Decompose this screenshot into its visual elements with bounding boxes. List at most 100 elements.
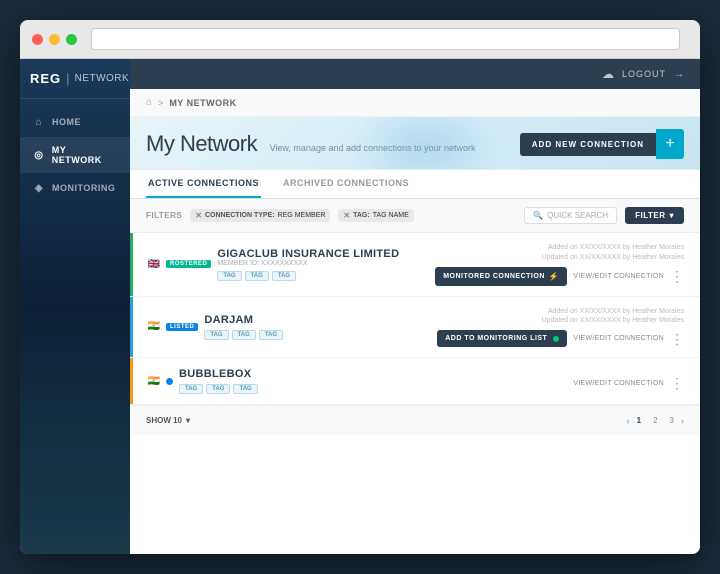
url-bar[interactable] [91, 28, 680, 50]
sidebar-item-label: HOME [52, 117, 81, 127]
app-container: REG | NETWORK ⌂ HOME ◎ MY NETWORK ◈ MONI… [20, 59, 700, 554]
connection-actions-darjam: ADD TO MONITORING LIST VIEW/EDIT CONNECT… [437, 330, 684, 347]
filter-tag-connection-label: CONNECTION TYPE: [205, 212, 275, 219]
pagination-page-2[interactable]: 2 [648, 414, 662, 427]
filter-chevron-icon: ▾ [669, 211, 674, 220]
more-options-button-gigaclub[interactable]: ⋮ [670, 269, 684, 283]
connection-item-darjam: 🇮🇳 LISTED DARJAM TAG TAG TAG [130, 297, 700, 359]
filter-tag-remove-icon[interactable]: ✕ [343, 211, 350, 220]
page-header-left: My Network View, manage and add connecti… [146, 131, 476, 157]
add-new-connection-button[interactable]: ADD NEW CONNECTION + [520, 129, 684, 159]
breadcrumb-home-icon: ⌂ [146, 97, 152, 108]
connection-name-bubblebox: BUBBLEBOX [179, 368, 573, 380]
connection-tag: TAG [232, 330, 256, 340]
more-options-button-darjam[interactable]: ⋮ [670, 332, 684, 346]
logout-arrow-icon: → [674, 69, 684, 80]
connection-tags-bubblebox: TAG TAG TAG [179, 384, 573, 394]
dot-green[interactable] [66, 34, 77, 45]
sidebar-item-home[interactable]: ⌂ HOME [20, 107, 130, 137]
dot-red[interactable] [32, 34, 43, 45]
connection-actions-gigaclub: MONITORED CONNECTION ⚡ VIEW/EDIT CONNECT… [435, 267, 684, 286]
filter-tag-remove-icon[interactable]: ✕ [195, 211, 202, 220]
connection-info-bubblebox: BUBBLEBOX TAG TAG TAG [179, 368, 573, 394]
view-edit-link-bubblebox[interactable]: VIEW/EDIT CONNECTION [573, 380, 664, 387]
quick-search-placeholder: QUICK SEARCH [547, 211, 608, 220]
connection-dates-darjam: Added on XX/XX/XXXX by Heather Morales U… [542, 307, 684, 327]
flag-icon-darjam: 🇮🇳 [146, 321, 162, 332]
pagination-page-3[interactable]: 3 [665, 414, 679, 427]
browser-chrome [20, 20, 700, 59]
page-content: ⌂ > MY NETWORK My Network View, manage a… [130, 89, 700, 554]
add-monitoring-btn-label: ADD TO MONITORING LIST [445, 335, 547, 342]
network-icon: ◎ [32, 148, 46, 162]
page-header: My Network View, manage and add connecti… [130, 117, 700, 170]
filter-tag-connection-type[interactable]: ✕ CONNECTION TYPE: REG MEMBER [190, 209, 330, 222]
connection-name-gigaclub: GIGACLUB INSURANCE LIMITED [217, 248, 435, 260]
tab-archived-connections[interactable]: ARCHIVED CONNECTIONS [281, 170, 411, 198]
show-count-selector[interactable]: SHOW 10 ▾ [146, 416, 190, 425]
home-icon: ⌂ [32, 115, 46, 129]
connection-bar-gigaclub [130, 233, 133, 296]
pagination: ‹ 1 2 3 › [627, 414, 684, 427]
footer-bar: SHOW 10 ▾ ‹ 1 2 3 › [130, 405, 700, 435]
sidebar-item-my-network[interactable]: ◎ MY NETWORK [20, 137, 130, 173]
pagination-next[interactable]: › [681, 416, 684, 426]
connection-item-bubblebox: 🇮🇳 BUBBLEBOX TAG TAG TAG [130, 358, 700, 405]
main-content: ☁ LOGOUT → ⌂ > MY NETWORK My Network Vie… [130, 59, 700, 554]
connection-tag: TAG [204, 330, 228, 340]
badge-listed: LISTED [166, 323, 198, 331]
sidebar-item-label: MY NETWORK [52, 145, 118, 165]
add-monitoring-button[interactable]: ADD TO MONITORING LIST [437, 330, 567, 347]
flag-icon-bubblebox: 🇮🇳 [146, 376, 162, 387]
connection-name-darjam: DARJAM [204, 314, 437, 326]
connection-tag: TAG [259, 330, 283, 340]
connection-dates-gigaclub: Added on XX/XX/XXXX by Heather Morales U… [542, 243, 684, 263]
pagination-prev[interactable]: ‹ [627, 416, 630, 426]
connection-tag: TAG [233, 384, 257, 394]
connection-right-gigaclub: Added on XX/XX/XXXX by Heather Morales U… [435, 243, 684, 286]
dot-yellow[interactable] [49, 34, 60, 45]
logo-reg: REG [30, 71, 61, 86]
connection-updated: Updated on XX/XX/XXXX by Heather Morales [542, 253, 684, 263]
connection-right-bubblebox: VIEW/EDIT CONNECTION ⋮ [573, 372, 684, 390]
filter-btn-label: FILTER [635, 211, 665, 220]
page-subtitle: View, manage and add connections to your… [270, 143, 476, 153]
connection-tags-darjam: TAG TAG TAG [204, 330, 437, 340]
sidebar-logo: REG | NETWORK [20, 59, 130, 99]
connection-tag: TAG [206, 384, 230, 394]
topbar: ☁ LOGOUT → [130, 59, 700, 89]
filter-button[interactable]: FILTER ▾ [625, 207, 684, 224]
pagination-page-1[interactable]: 1 [632, 414, 646, 427]
logo-separator: | [66, 71, 69, 86]
flag-icon-gigaclub: 🇬🇧 [146, 259, 162, 270]
connection-tag: TAG [217, 271, 241, 281]
quick-search[interactable]: 🔍 QUICK SEARCH [524, 207, 617, 224]
tab-active-connections[interactable]: ACTIVE CONNECTIONS [146, 170, 261, 198]
sidebar-item-label: MONITORING [52, 183, 115, 193]
connection-actions-bubblebox: VIEW/EDIT CONNECTION ⋮ [573, 376, 684, 390]
connection-bar-darjam [130, 297, 133, 358]
logout-button[interactable]: LOGOUT [622, 69, 666, 79]
connection-bar-bubblebox [130, 358, 133, 404]
sidebar-navigation: ⌂ HOME ◎ MY NETWORK ◈ MONITORING [20, 99, 130, 211]
add-new-btn-text: ADD NEW CONNECTION [520, 133, 656, 156]
connection-item-gigaclub: 🇬🇧 ROSTERED GIGACLUB INSURANCE LIMITED M… [130, 233, 700, 297]
badge-rostered: ROSTERED [166, 260, 211, 268]
search-icon: 🔍 [533, 211, 543, 220]
page-title: My Network [146, 131, 257, 156]
filter-tag-connection-value: REG MEMBER [278, 212, 326, 219]
sidebar-item-monitoring[interactable]: ◈ MONITORING [20, 173, 130, 203]
connection-blue-dot [166, 378, 173, 385]
monitoring-icon: ◈ [32, 181, 46, 195]
monitored-connection-button[interactable]: MONITORED CONNECTION ⚡ [435, 267, 567, 286]
breadcrumb: ⌂ > MY NETWORK [130, 89, 700, 117]
more-options-button-bubblebox[interactable]: ⋮ [670, 376, 684, 390]
add-monitoring-dot [553, 336, 559, 342]
filters-label: FILTERS [146, 211, 182, 220]
connection-info-gigaclub: GIGACLUB INSURANCE LIMITED MEMBER ID: XX… [217, 248, 435, 281]
connection-added: Added on XX/XX/XXXX by Heather Morales [542, 243, 684, 253]
filter-tag-tag-name[interactable]: ✕ TAG: TAG NAME [338, 209, 413, 222]
view-edit-link-gigaclub[interactable]: VIEW/EDIT CONNECTION [573, 273, 664, 280]
view-edit-link-darjam[interactable]: VIEW/EDIT CONNECTION [573, 335, 664, 342]
filters-bar: FILTERS ✕ CONNECTION TYPE: REG MEMBER ✕ … [130, 199, 700, 233]
